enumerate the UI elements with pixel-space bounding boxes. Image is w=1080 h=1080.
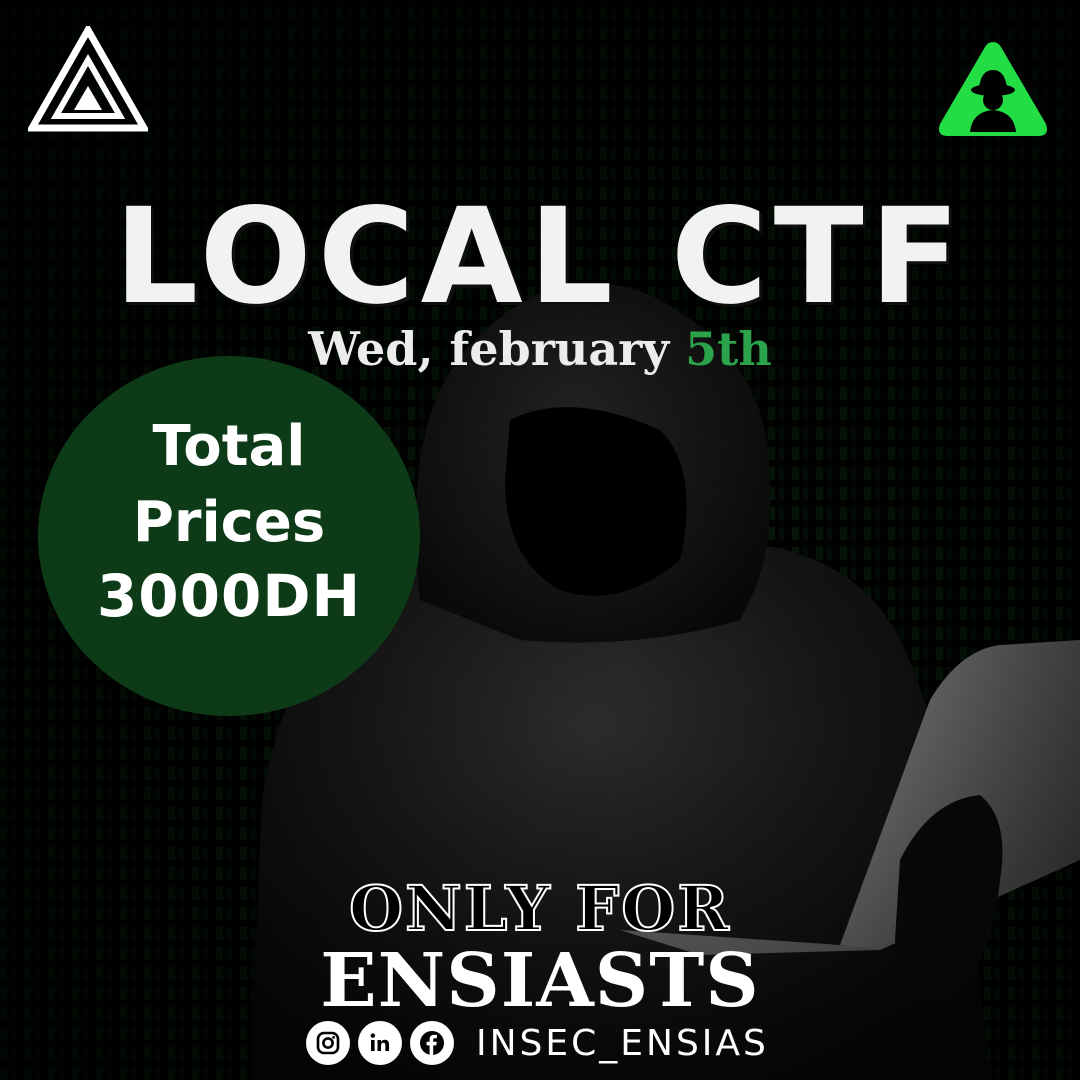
audience-line-ensiasts: ENSIASTS [320,938,760,1024]
date-text: Wed, february [308,322,686,376]
poster: LOCAL CTF Wed, february 5th Total Prices… [0,0,1080,1080]
audience-line-only-for: ONLY FOR [348,871,731,946]
facebook-icon [410,1021,454,1065]
prize-line-prices: Prices [132,490,326,555]
date-day-highlight: 5th [685,322,772,376]
social-row: INSEC_ENSIAS [306,1018,769,1068]
triangle-logo-icon [28,26,148,132]
prize-amount: 3000DH [96,562,362,630]
social-handle: INSEC_ENSIAS [476,1022,769,1064]
linkedin-icon [358,1021,402,1065]
green-spy-logo-icon [939,42,1047,136]
instagram-icon [306,1021,350,1065]
prize-line-total: Total [152,414,306,479]
event-title: LOCAL CTF [114,180,966,334]
